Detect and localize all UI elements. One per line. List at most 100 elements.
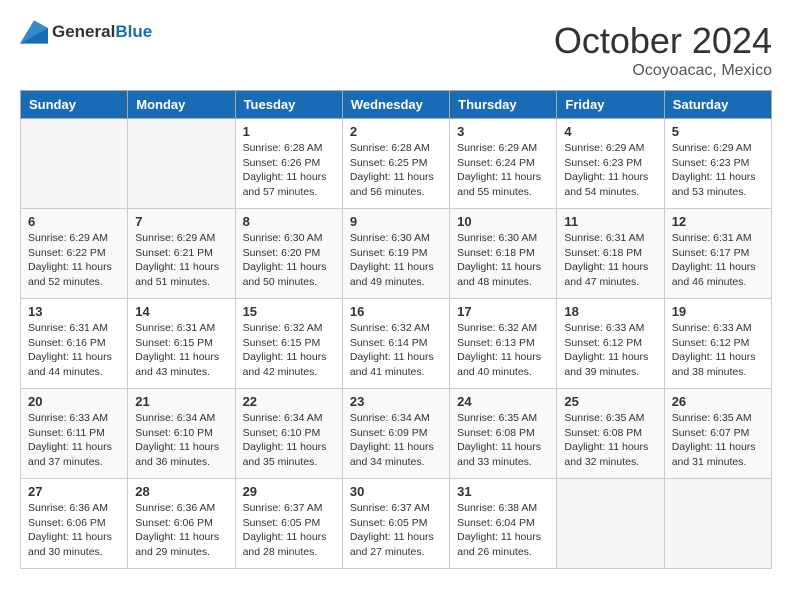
- calendar-cell: 26 Sunrise: 6:35 AM Sunset: 6:07 PM Dayli…: [664, 389, 771, 479]
- day-number: 20: [28, 394, 120, 409]
- calendar-cell: 14Sunrise: 6:31 AM Sunset: 6:15 PM Dayli…: [128, 299, 235, 389]
- day-number: 30: [350, 484, 442, 499]
- calendar-cell: 11 Sunrise: 6:31 AM Sunset: 6:18 PM Dayli…: [557, 209, 664, 299]
- day-info: Sunrise: 6:30 AM Sunset: 6:20 PM Dayligh…: [243, 231, 335, 290]
- logo-blue-text: Blue: [115, 22, 152, 41]
- day-number: 17: [457, 304, 549, 319]
- header-row: SundayMondayTuesdayWednesdayThursdayFrid…: [21, 91, 772, 119]
- calendar-cell: [128, 119, 235, 209]
- day-info: Sunrise: 6:31 AM Sunset: 6:18 PM Dayligh…: [564, 231, 656, 290]
- day-number: 15: [243, 304, 335, 319]
- calendar-cell: 5 Sunrise: 6:29 AM Sunset: 6:23 PM Daylig…: [664, 119, 771, 209]
- day-number: 29: [243, 484, 335, 499]
- day-number: 5: [672, 124, 764, 139]
- day-number: 6: [28, 214, 120, 229]
- week-row-4: 27 Sunrise: 6:36 AM Sunset: 6:06 PM Dayli…: [21, 479, 772, 569]
- day-number: 13: [28, 304, 120, 319]
- calendar-cell: 3 Sunrise: 6:29 AM Sunset: 6:24 PM Daylig…: [450, 119, 557, 209]
- day-number: 1: [243, 124, 335, 139]
- day-info: Sunrise: 6:29 AM Sunset: 6:23 PM Dayligh…: [672, 141, 764, 200]
- logo-general-text: General: [52, 22, 115, 41]
- month-title: October 2024: [554, 20, 772, 62]
- calendar-cell: 27 Sunrise: 6:36 AM Sunset: 6:06 PM Dayli…: [21, 479, 128, 569]
- day-number: 28: [135, 484, 227, 499]
- day-number: 31: [457, 484, 549, 499]
- calendar-table: SundayMondayTuesdayWednesdayThursdayFrid…: [20, 90, 772, 569]
- day-info: Sunrise: 6:29 AM Sunset: 6:24 PM Dayligh…: [457, 141, 549, 200]
- calendar-cell: 16Sunrise: 6:32 AM Sunset: 6:14 PM Dayli…: [342, 299, 449, 389]
- week-row-0: 1Sunrise: 6:28 AM Sunset: 6:26 PM Daylig…: [21, 119, 772, 209]
- day-info: Sunrise: 6:29 AM Sunset: 6:22 PM Dayligh…: [28, 231, 120, 290]
- day-info: Sunrise: 6:34 AM Sunset: 6:09 PM Dayligh…: [350, 411, 442, 470]
- day-number: 21: [135, 394, 227, 409]
- calendar-cell: 8 Sunrise: 6:30 AM Sunset: 6:20 PM Daylig…: [235, 209, 342, 299]
- day-number: 8: [243, 214, 335, 229]
- day-info: Sunrise: 6:29 AM Sunset: 6:23 PM Dayligh…: [564, 141, 656, 200]
- calendar-cell: 22 Sunrise: 6:34 AM Sunset: 6:10 PM Dayli…: [235, 389, 342, 479]
- day-info: Sunrise: 6:33 AM Sunset: 6:12 PM Dayligh…: [672, 321, 764, 380]
- day-info: Sunrise: 6:37 AM Sunset: 6:05 PM Dayligh…: [243, 501, 335, 560]
- header-cell-monday: Monday: [128, 91, 235, 119]
- day-info: Sunrise: 6:35 AM Sunset: 6:08 PM Dayligh…: [564, 411, 656, 470]
- day-number: 19: [672, 304, 764, 319]
- day-info: Sunrise: 6:36 AM Sunset: 6:06 PM Dayligh…: [28, 501, 120, 560]
- day-number: 24: [457, 394, 549, 409]
- calendar-cell: 28 Sunrise: 6:36 AM Sunset: 6:06 PM Dayli…: [128, 479, 235, 569]
- day-number: 2: [350, 124, 442, 139]
- day-info: Sunrise: 6:31 AM Sunset: 6:15 PM Dayligh…: [135, 321, 227, 380]
- calendar-cell: 12Sunrise: 6:31 AM Sunset: 6:17 PM Dayli…: [664, 209, 771, 299]
- calendar-cell: [664, 479, 771, 569]
- day-number: 23: [350, 394, 442, 409]
- week-row-1: 6 Sunrise: 6:29 AM Sunset: 6:22 PM Daylig…: [21, 209, 772, 299]
- day-info: Sunrise: 6:32 AM Sunset: 6:13 PM Dayligh…: [457, 321, 549, 380]
- day-number: 22: [243, 394, 335, 409]
- day-info: Sunrise: 6:28 AM Sunset: 6:25 PM Dayligh…: [350, 141, 442, 200]
- calendar-cell: [557, 479, 664, 569]
- calendar-cell: 23 Sunrise: 6:34 AM Sunset: 6:09 PM Dayli…: [342, 389, 449, 479]
- calendar-cell: 4 Sunrise: 6:29 AM Sunset: 6:23 PM Daylig…: [557, 119, 664, 209]
- day-info: Sunrise: 6:35 AM Sunset: 6:07 PM Dayligh…: [672, 411, 764, 470]
- day-number: 18: [564, 304, 656, 319]
- day-info: Sunrise: 6:36 AM Sunset: 6:06 PM Dayligh…: [135, 501, 227, 560]
- day-number: 27: [28, 484, 120, 499]
- day-number: 4: [564, 124, 656, 139]
- calendar-cell: 17 Sunrise: 6:32 AM Sunset: 6:13 PM Dayli…: [450, 299, 557, 389]
- calendar-cell: 1Sunrise: 6:28 AM Sunset: 6:26 PM Daylig…: [235, 119, 342, 209]
- page-header: GeneralBlue October 2024 Ocoyoacac, Mexi…: [20, 20, 772, 80]
- day-number: 11: [564, 214, 656, 229]
- calendar-cell: 13 Sunrise: 6:31 AM Sunset: 6:16 PM Dayli…: [21, 299, 128, 389]
- calendar-cell: 2 Sunrise: 6:28 AM Sunset: 6:25 PM Daylig…: [342, 119, 449, 209]
- week-row-2: 13 Sunrise: 6:31 AM Sunset: 6:16 PM Dayli…: [21, 299, 772, 389]
- day-info: Sunrise: 6:37 AM Sunset: 6:05 PM Dayligh…: [350, 501, 442, 560]
- logo: GeneralBlue: [20, 20, 152, 44]
- day-number: 10: [457, 214, 549, 229]
- day-number: 26: [672, 394, 764, 409]
- calendar-cell: [21, 119, 128, 209]
- day-info: Sunrise: 6:30 AM Sunset: 6:18 PM Dayligh…: [457, 231, 549, 290]
- calendar-cell: 25Sunrise: 6:35 AM Sunset: 6:08 PM Dayli…: [557, 389, 664, 479]
- header-cell-tuesday: Tuesday: [235, 91, 342, 119]
- header-cell-friday: Friday: [557, 91, 664, 119]
- day-info: Sunrise: 6:34 AM Sunset: 6:10 PM Dayligh…: [243, 411, 335, 470]
- day-number: 3: [457, 124, 549, 139]
- calendar-cell: 15 Sunrise: 6:32 AM Sunset: 6:15 PM Dayli…: [235, 299, 342, 389]
- header-cell-saturday: Saturday: [664, 91, 771, 119]
- day-info: Sunrise: 6:33 AM Sunset: 6:11 PM Dayligh…: [28, 411, 120, 470]
- location: Ocoyoacac, Mexico: [554, 62, 772, 80]
- day-number: 16: [350, 304, 442, 319]
- header-cell-thursday: Thursday: [450, 91, 557, 119]
- day-info: Sunrise: 6:32 AM Sunset: 6:15 PM Dayligh…: [243, 321, 335, 380]
- day-info: Sunrise: 6:31 AM Sunset: 6:16 PM Dayligh…: [28, 321, 120, 380]
- calendar-cell: 31 Sunrise: 6:38 AM Sunset: 6:04 PM Dayli…: [450, 479, 557, 569]
- day-info: Sunrise: 6:33 AM Sunset: 6:12 PM Dayligh…: [564, 321, 656, 380]
- calendar-cell: 29 Sunrise: 6:37 AM Sunset: 6:05 PM Dayli…: [235, 479, 342, 569]
- calendar-cell: 20 Sunrise: 6:33 AM Sunset: 6:11 PM Dayli…: [21, 389, 128, 479]
- day-info: Sunrise: 6:31 AM Sunset: 6:17 PM Dayligh…: [672, 231, 764, 290]
- day-number: 9: [350, 214, 442, 229]
- day-info: Sunrise: 6:30 AM Sunset: 6:19 PM Dayligh…: [350, 231, 442, 290]
- day-info: Sunrise: 6:34 AM Sunset: 6:10 PM Dayligh…: [135, 411, 227, 470]
- calendar-cell: 30 Sunrise: 6:37 AM Sunset: 6:05 PM Dayli…: [342, 479, 449, 569]
- title-area: October 2024 Ocoyoacac, Mexico: [554, 20, 772, 80]
- week-row-3: 20 Sunrise: 6:33 AM Sunset: 6:11 PM Dayli…: [21, 389, 772, 479]
- day-info: Sunrise: 6:38 AM Sunset: 6:04 PM Dayligh…: [457, 501, 549, 560]
